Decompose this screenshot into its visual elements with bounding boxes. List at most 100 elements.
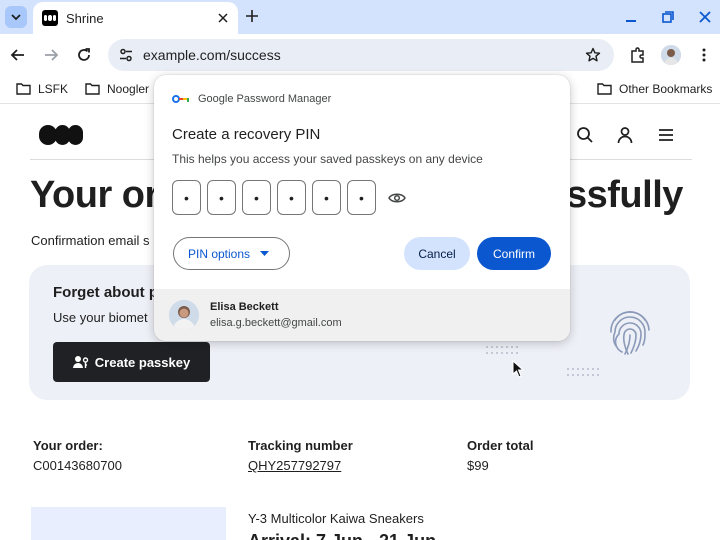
bookmark-folder-other[interactable]: Other Bookmarks bbox=[597, 82, 712, 96]
plus-icon bbox=[246, 10, 258, 22]
minimize-icon bbox=[626, 20, 636, 22]
restore-button[interactable] bbox=[657, 6, 679, 28]
bookmark-folder-noogler[interactable]: Noogler bbox=[85, 82, 149, 96]
eye-icon bbox=[388, 193, 406, 202]
tab-close-button[interactable] bbox=[215, 10, 231, 26]
confirmation-email-text: Confirmation email s bbox=[31, 233, 150, 248]
pin-digit-field[interactable]: • bbox=[242, 180, 271, 215]
avatar-icon bbox=[169, 300, 199, 330]
pin-digit-field[interactable]: • bbox=[207, 180, 236, 215]
reload-button[interactable] bbox=[72, 43, 96, 67]
confirm-button[interactable]: Confirm bbox=[477, 237, 551, 270]
new-tab-button[interactable] bbox=[242, 6, 262, 26]
tab-search-button[interactable] bbox=[5, 6, 27, 28]
key-icon bbox=[172, 95, 189, 103]
puzzle-icon bbox=[631, 47, 644, 63]
account-row: Elisa Beckett elisa.g.beckett@gmail.com bbox=[154, 289, 570, 341]
avatar-icon bbox=[661, 45, 681, 65]
back-button[interactable] bbox=[6, 43, 30, 67]
create-passkey-button[interactable]: Create passkey bbox=[53, 342, 210, 382]
restore-icon bbox=[662, 11, 674, 23]
star-icon bbox=[585, 47, 601, 62]
tracking-link[interactable]: QHY257792797 bbox=[248, 458, 353, 473]
passkey-card-text: Use your biomet bbox=[53, 310, 148, 325]
caret-down-icon bbox=[260, 251, 270, 256]
passkey-card-title: Forget about p bbox=[53, 284, 158, 301]
close-icon bbox=[218, 13, 228, 23]
dialog-title: Create a recovery PIN bbox=[172, 126, 321, 143]
page-headline-end: ssfully bbox=[566, 174, 683, 216]
pin-input-row: • • • • • • bbox=[172, 180, 408, 215]
site-search-button[interactable] bbox=[574, 124, 596, 146]
bookmark-label: Noogler bbox=[107, 82, 150, 96]
bookmark-folder-lsfk[interactable]: LSFK bbox=[16, 82, 68, 96]
order-number-label: Your order: bbox=[33, 438, 103, 453]
mouse-cursor-icon bbox=[512, 360, 524, 378]
forward-button[interactable] bbox=[39, 43, 63, 67]
close-icon bbox=[699, 11, 711, 23]
minimize-button[interactable] bbox=[620, 6, 642, 28]
pin-options-dropdown[interactable]: PIN options bbox=[173, 237, 290, 270]
person-key-icon bbox=[72, 356, 88, 368]
profile-avatar[interactable] bbox=[661, 45, 681, 65]
dialog-subtitle: This helps you access your saved passkey… bbox=[172, 152, 483, 166]
password-manager-brand: Google Password Manager bbox=[198, 93, 332, 105]
fingerprint-icon bbox=[610, 311, 650, 355]
pin-digit-field[interactable]: • bbox=[277, 180, 306, 215]
account-button[interactable] bbox=[614, 124, 636, 146]
chevron-down-icon bbox=[11, 14, 21, 21]
account-name: Elisa Beckett bbox=[210, 301, 279, 313]
password-manager-header: Google Password Manager bbox=[172, 93, 331, 105]
show-pin-button[interactable] bbox=[386, 187, 408, 209]
extensions-button[interactable] bbox=[626, 43, 650, 67]
back-arrow-icon bbox=[10, 49, 24, 61]
pin-options-label: PIN options bbox=[188, 246, 251, 261]
order-number-block: Your order: C00143680700 bbox=[33, 438, 122, 473]
folder-icon bbox=[85, 83, 100, 95]
product-name: Y-3 Multicolor Kaiwa Sneakers bbox=[248, 511, 424, 526]
more-vert-icon bbox=[702, 48, 706, 62]
bookmark-label: Other Bookmarks bbox=[619, 82, 713, 96]
tracking-label: Tracking number bbox=[248, 438, 353, 453]
folder-icon bbox=[16, 83, 31, 95]
shrine-logo[interactable] bbox=[39, 125, 83, 145]
hamburger-icon bbox=[659, 129, 673, 141]
chrome-menu-button[interactable] bbox=[692, 43, 716, 67]
folder-icon bbox=[597, 83, 612, 95]
pin-digit-field[interactable]: • bbox=[172, 180, 201, 215]
reload-icon bbox=[78, 48, 90, 61]
cancel-button[interactable]: Cancel bbox=[404, 237, 470, 270]
browser-toolbar: example.com/success bbox=[0, 34, 720, 76]
product-image bbox=[31, 507, 226, 540]
tab-strip: Shrine bbox=[0, 0, 720, 34]
order-total-block: Order total $99 bbox=[467, 438, 533, 473]
site-info-button[interactable] bbox=[116, 45, 136, 65]
forward-arrow-icon bbox=[45, 49, 59, 61]
decorative-dots bbox=[567, 368, 599, 376]
arrival-dates: Arrival: 7 Jun - 21 Jun bbox=[248, 531, 436, 540]
shrine-favicon bbox=[42, 10, 58, 26]
tab-title: Shrine bbox=[66, 10, 104, 26]
decorative-dots bbox=[486, 346, 518, 354]
search-icon bbox=[577, 127, 593, 143]
tune-icon bbox=[120, 48, 132, 62]
order-total-label: Order total bbox=[467, 438, 534, 453]
account-avatar bbox=[169, 300, 199, 330]
person-icon bbox=[617, 127, 633, 144]
order-total-value: $99 bbox=[467, 458, 489, 473]
tracking-block: Tracking number QHY257792797 bbox=[248, 438, 353, 473]
pin-digit-field[interactable]: • bbox=[312, 180, 341, 215]
page-headline: Your or bbox=[30, 174, 159, 216]
create-passkey-label: Create passkey bbox=[94, 354, 191, 370]
url-text[interactable]: example.com/success bbox=[143, 47, 281, 63]
close-window-button[interactable] bbox=[694, 6, 716, 28]
recovery-pin-dialog: Google Password Manager Create a recover… bbox=[154, 75, 570, 341]
pin-digit-field[interactable]: • bbox=[347, 180, 376, 215]
tab-shrine[interactable]: Shrine bbox=[33, 2, 238, 34]
address-bar[interactable]: example.com/success bbox=[108, 39, 614, 71]
account-email: elisa.g.beckett@gmail.com bbox=[210, 317, 342, 329]
order-number-value: C00143680700 bbox=[33, 458, 122, 473]
menu-button[interactable] bbox=[655, 124, 677, 146]
bookmark-star-button[interactable] bbox=[582, 44, 604, 66]
bookmark-label: LSFK bbox=[38, 82, 69, 96]
